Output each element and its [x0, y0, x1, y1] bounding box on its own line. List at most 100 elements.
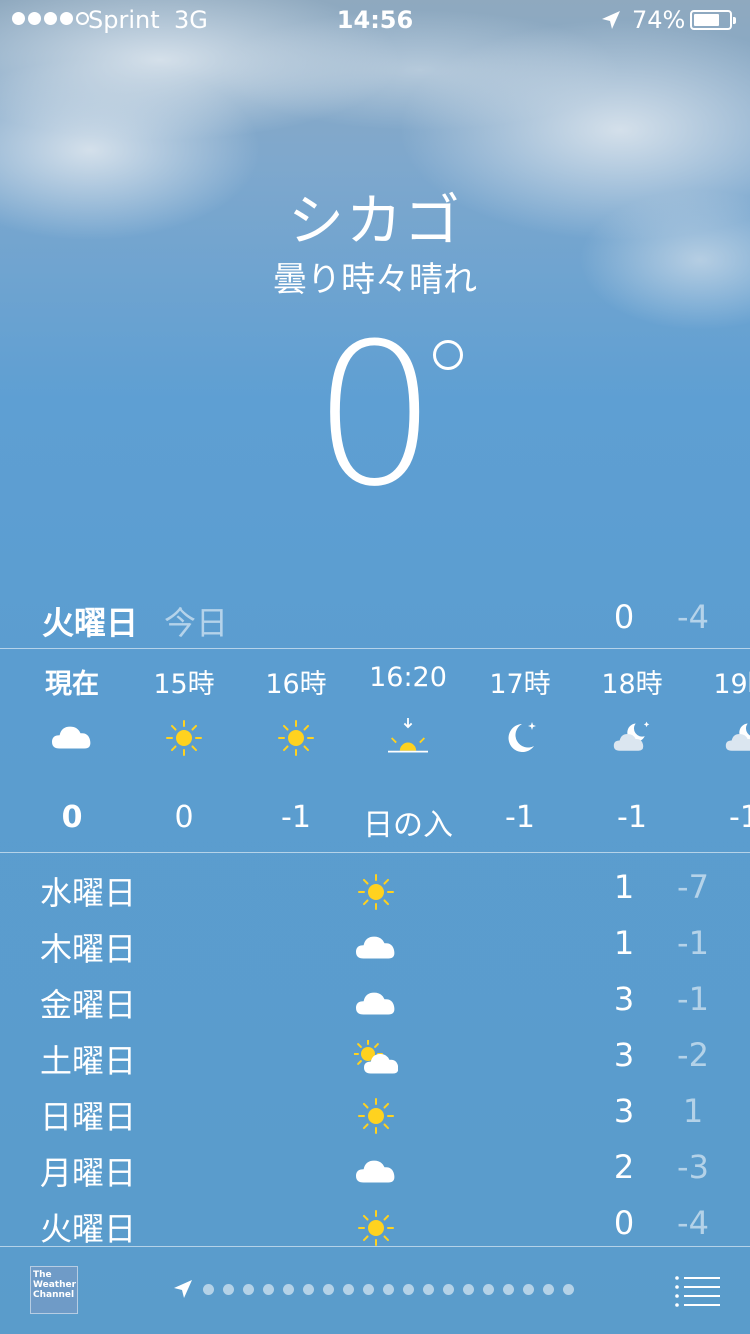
- daily-day: 木曜日: [40, 930, 137, 968]
- daily-high: 3: [613, 1092, 635, 1130]
- daily-row: 土曜日 3 -2: [0, 1030, 750, 1086]
- daily-day: 土曜日: [40, 1042, 137, 1080]
- battery-percentage: 74%: [632, 6, 686, 34]
- sun-icon: [276, 718, 316, 758]
- daily-low: -1: [677, 980, 709, 1018]
- page-dot[interactable]: [223, 1283, 234, 1295]
- today-summary: 火曜日 今日 0 -4: [0, 598, 750, 642]
- hourly-time: 19時: [713, 669, 750, 700]
- divider: [0, 852, 750, 853]
- hourly-temp: 0: [61, 800, 83, 835]
- today-high: 0: [613, 598, 635, 636]
- hourly-time: 現在: [45, 669, 99, 700]
- today-low: -4: [677, 598, 709, 636]
- daily-day: 金曜日: [40, 986, 137, 1024]
- daily-row: 月曜日 2 -3: [0, 1142, 750, 1198]
- location-arrow-icon: [602, 11, 620, 29]
- page-dot[interactable]: [343, 1283, 354, 1295]
- daily-low: -4: [677, 1204, 709, 1242]
- page-dot[interactable]: [203, 1283, 214, 1295]
- weather-channel-logo[interactable]: The Weather Channel: [30, 1266, 78, 1314]
- daily-low: -2: [677, 1036, 709, 1074]
- hourly-item: 16時 -1: [240, 650, 352, 852]
- page-dot[interactable]: [323, 1283, 334, 1295]
- hourly-item: 現在 0: [16, 650, 128, 852]
- divider: [0, 1246, 750, 1247]
- hourly-time: 18時: [601, 669, 663, 700]
- partly-cloudy-night-icon: [612, 718, 652, 758]
- daily-high: 2: [613, 1148, 635, 1186]
- daily-day: 水曜日: [40, 874, 137, 912]
- cloud-icon: [354, 928, 398, 968]
- page-dot[interactable]: [363, 1283, 374, 1295]
- daily-row: 水曜日 1 -7: [0, 862, 750, 918]
- daily-high: 3: [613, 980, 635, 1018]
- partly-cloudy-icon: [353, 1039, 399, 1080]
- page-dot[interactable]: [383, 1283, 394, 1295]
- hourly-temp: 日の入: [363, 808, 453, 843]
- sun-icon: [164, 718, 204, 758]
- page-dot[interactable]: [503, 1283, 514, 1295]
- today-label: 今日: [164, 604, 229, 642]
- sun-icon: [354, 1208, 398, 1248]
- footer-toolbar: The Weather Channel: [0, 1248, 750, 1334]
- hourly-temp: 0: [174, 800, 194, 835]
- hourly-item: 16:20 日の入: [352, 650, 464, 852]
- battery-icon: [690, 10, 736, 30]
- daily-high: 3: [613, 1036, 635, 1074]
- page-dot[interactable]: [403, 1283, 414, 1295]
- sun-icon: [354, 1096, 398, 1136]
- hourly-temp: -1: [617, 800, 647, 835]
- cloud-icon: [354, 984, 398, 1024]
- page-dot[interactable]: [243, 1283, 254, 1295]
- partly-cloudy-night-icon: [724, 718, 750, 758]
- hourly-time: 16時: [265, 669, 327, 700]
- page-dot[interactable]: [303, 1283, 314, 1295]
- page-dot[interactable]: [523, 1283, 534, 1295]
- hourly-item: 15時 0: [128, 650, 240, 852]
- daily-row: 金曜日 3 -1: [0, 974, 750, 1030]
- current-condition: 曇り時々晴れ: [273, 260, 477, 300]
- hourly-time: 17時: [489, 669, 551, 700]
- hourly-temp: -1: [729, 800, 750, 835]
- divider: [0, 648, 750, 649]
- daily-row: 木曜日 1 -1: [0, 918, 750, 974]
- hourly-time: 15時: [153, 669, 215, 700]
- sun-icon: [354, 872, 398, 912]
- current-temperature: 0: [0, 316, 750, 516]
- city-list-icon[interactable]: [674, 1274, 720, 1308]
- daily-row: 日曜日 3 1: [0, 1086, 750, 1142]
- page-dot[interactable]: [283, 1283, 294, 1295]
- daily-day: 月曜日: [40, 1154, 137, 1192]
- hourly-item: 18時 -1: [576, 650, 688, 852]
- hourly-time: 16:20: [369, 662, 447, 693]
- page-dot[interactable]: [463, 1283, 474, 1295]
- city-name: シカゴ: [288, 189, 462, 254]
- hourly-forecast[interactable]: 現在 0 15時 0 16時 -1 16:20 日の入 17時 -1 18時 -1 19時 -1: [0, 650, 750, 852]
- daily-low: -3: [677, 1148, 709, 1186]
- daily-low: 1: [682, 1092, 704, 1130]
- daily-low: -1: [677, 924, 709, 962]
- daily-high: 1: [613, 868, 635, 906]
- cloud-icon: [354, 1152, 398, 1192]
- today-day: 火曜日: [42, 604, 139, 642]
- page-dot[interactable]: [423, 1283, 434, 1295]
- daily-low: -7: [677, 868, 709, 906]
- hourly-item: 17時 -1: [464, 650, 576, 852]
- temperature-value: 0: [312, 302, 438, 530]
- current-location-page-icon[interactable]: [172, 1278, 194, 1300]
- hourly-temp: -1: [281, 800, 311, 835]
- sunset-icon: [388, 718, 428, 758]
- page-dot[interactable]: [263, 1283, 274, 1295]
- page-dot[interactable]: [543, 1283, 554, 1295]
- hourly-temp: -1: [505, 800, 535, 835]
- status-bar: Sprint 3G 14:56 74%: [0, 0, 750, 40]
- page-dot[interactable]: [483, 1283, 494, 1295]
- page-dot[interactable]: [563, 1283, 574, 1295]
- hourly-item: 19時 -1: [688, 650, 750, 852]
- daily-high: 1: [613, 924, 635, 962]
- page-dot[interactable]: [443, 1283, 454, 1295]
- daily-high: 0: [613, 1204, 635, 1242]
- cloud-icon: [52, 718, 92, 758]
- page-indicator[interactable]: [172, 1278, 574, 1300]
